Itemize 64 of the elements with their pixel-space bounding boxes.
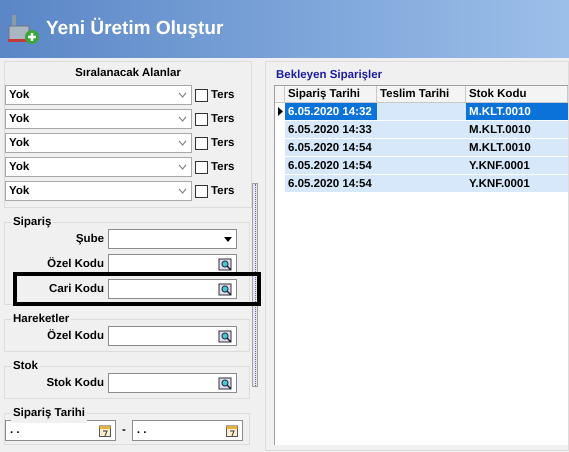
table-cell: M.KLT.0010 xyxy=(466,121,568,138)
caret-icon[interactable] xyxy=(224,236,232,242)
table-row[interactable]: 6.05.2020 14:54 Y.KNF.0001 xyxy=(275,175,568,194)
field-label: Şube xyxy=(76,232,104,247)
reverse-checkbox[interactable] xyxy=(195,160,208,174)
lookup-field[interactable] xyxy=(108,279,237,300)
table-cell: Y.KNF.0001 xyxy=(466,157,568,174)
lookup-field[interactable] xyxy=(108,254,237,274)
reverse-checkbox[interactable] xyxy=(195,88,208,102)
table-cell: M.KLT.0010 xyxy=(466,103,568,120)
reverse-label: Ters xyxy=(211,160,234,175)
orders-panel-title: Bekleyen Siparişler xyxy=(276,68,384,83)
table-row[interactable]: 6.05.2020 14:54 M.KLT.0010 xyxy=(275,139,568,158)
table-cell: 6.05.2020 14:54 xyxy=(285,175,377,192)
lookup-field[interactable] xyxy=(108,326,237,346)
reverse-checkbox[interactable] xyxy=(195,136,208,150)
column-header[interactable]: Teslim Tarihi xyxy=(377,86,466,102)
window-title: Yeni Üretim Oluştur xyxy=(46,16,224,41)
lookup-icon[interactable] xyxy=(218,330,232,343)
table-row[interactable]: 6.05.2020 14:33 M.KLT.0010 xyxy=(275,121,568,140)
sort-field-dropdown[interactable]: Yok xyxy=(5,133,192,154)
column-header[interactable]: Stok Kodu xyxy=(466,86,568,102)
field-label: Cari Kodu xyxy=(49,282,104,297)
reverse-label: Ters xyxy=(211,112,234,127)
reverse-label: Ters xyxy=(211,88,234,103)
table-cell: 6.05.2020 14:32 xyxy=(285,103,377,120)
lookup-icon[interactable] xyxy=(218,258,232,271)
chevron-down-icon xyxy=(178,164,187,170)
sort-field-dropdown[interactable]: Yok xyxy=(5,109,192,130)
lookup-icon[interactable] xyxy=(218,376,232,390)
reverse-label: Ters xyxy=(211,184,234,199)
table-row[interactable]: 6.05.2020 14:32 M.KLT.0010 xyxy=(275,103,568,122)
table-cell: Y.KNF.0001 xyxy=(466,175,568,192)
date-field[interactable]: . . xyxy=(132,420,243,442)
reverse-label: Ters xyxy=(211,136,234,151)
reverse-checkbox[interactable] xyxy=(195,112,208,126)
splitter-handle[interactable] xyxy=(252,183,258,387)
reverse-checkbox[interactable] xyxy=(195,184,208,198)
field-label: Özel Kodu xyxy=(47,328,104,344)
chevron-down-icon xyxy=(178,188,187,194)
chevron-down-icon xyxy=(178,140,187,146)
lookup-icon[interactable] xyxy=(218,282,232,296)
sort-panel-title: Sıralanacak Alanlar xyxy=(74,66,182,81)
table-cell: 6.05.2020 14:54 xyxy=(285,157,377,174)
table-cell: 6.05.2020 14:54 xyxy=(285,139,377,156)
factory-plus-icon xyxy=(6,12,40,46)
field-label: Stok Kodu xyxy=(46,376,104,391)
calendar-icon[interactable] xyxy=(99,424,111,438)
range-separator: - xyxy=(122,423,126,438)
sort-field-dropdown[interactable]: Yok xyxy=(5,157,192,178)
date-field[interactable]: . . xyxy=(5,420,116,442)
lookup-field[interactable] xyxy=(108,373,237,394)
table-row[interactable]: 6.05.2020 14:54 Y.KNF.0001 xyxy=(275,157,568,176)
chevron-down-icon xyxy=(178,92,187,98)
table-cell: M.KLT.0010 xyxy=(466,139,568,156)
sort-field-dropdown[interactable]: Yok xyxy=(5,181,192,202)
table-cell: 6.05.2020 14:33 xyxy=(285,121,377,138)
column-header[interactable]: Sipariş Tarihi xyxy=(285,86,377,102)
chevron-down-icon xyxy=(178,116,187,122)
field-label: Özel Kodu xyxy=(47,256,104,272)
group-title: Sipariş Tarihi xyxy=(11,405,88,422)
sort-field-dropdown[interactable]: Yok xyxy=(5,85,192,106)
calendar-icon[interactable] xyxy=(226,424,238,438)
row-pointer-icon xyxy=(278,107,282,116)
